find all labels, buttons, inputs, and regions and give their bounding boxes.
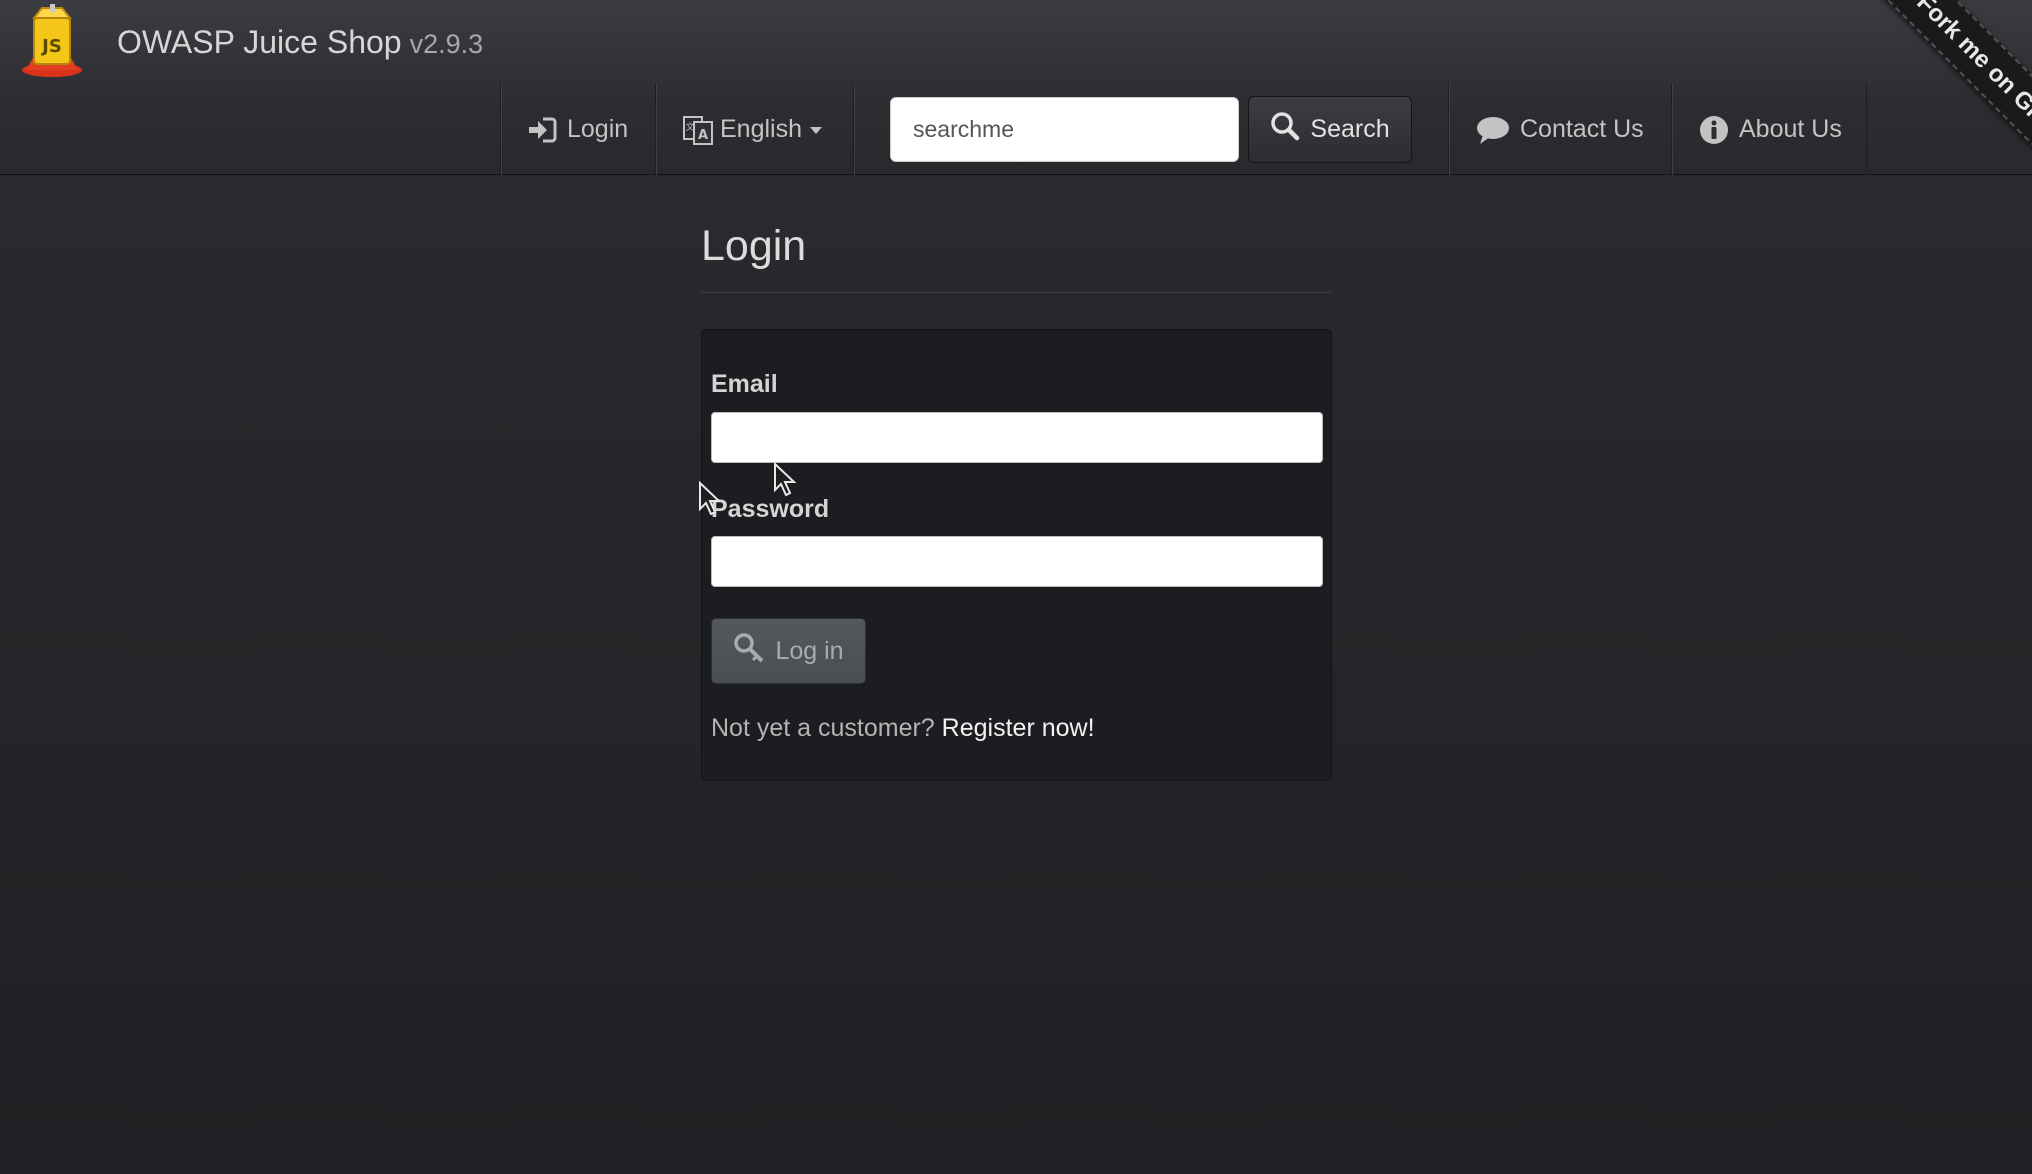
github-ribbon[interactable]: Fork me on GitHub [1802,0,2032,230]
search-button[interactable]: Search [1248,96,1412,163]
search-input[interactable] [890,97,1239,162]
juice-shop-logo: JS [20,4,90,80]
register-prompt-text: Not yet a customer? [711,714,935,742]
email-label: Email [711,370,778,398]
mouse-cursor [773,461,799,498]
brand[interactable]: JS OWASP Juice Shop v2.9.3 [20,4,483,80]
svg-text:A: A [698,128,708,143]
login-panel: Email Password Log in Not yet a customer… [701,329,1332,781]
nav-login-label: Login [567,115,629,143]
comment-icon [1476,115,1510,145]
nav-contact-us[interactable]: Contact Us [1448,84,1671,175]
mouse-cursor-secondary [698,480,724,517]
title-divider [701,292,1332,293]
password-label: Password [711,495,830,523]
navbar: JS OWASP Juice Shop v2.9.3 Login A 文 Eng… [0,0,2032,213]
search-icon [1270,111,1300,148]
page-title: Login [701,222,807,270]
svg-text:JS: JS [40,36,62,57]
github-ribbon-text: Fork me on GitHub [1859,0,2032,213]
key-icon [733,632,765,671]
log-in-button-label: Log in [775,636,844,665]
caret-down-icon [808,125,824,135]
brand-version: v2.9.3 [409,28,484,59]
page: JS OWASP Juice Shop v2.9.3 Login A 文 Eng… [0,0,2032,1174]
svg-text:文: 文 [685,121,694,133]
log-in-button[interactable]: Log in [711,618,866,684]
password-field[interactable] [711,536,1323,587]
info-icon [1699,115,1729,145]
nav-contact-label: Contact Us [1520,115,1644,143]
brand-name: OWASP Juice Shop v2.9.3 [117,24,483,61]
language-icon: A 文 [682,114,714,146]
register-prompt: Not yet a customer? Register now! [711,714,1095,743]
nav-language-dropdown[interactable]: A 文 English [655,84,853,175]
nav-language-label: English [720,115,802,143]
register-link[interactable]: Register now! [942,714,1095,742]
brand-title: OWASP Juice Shop [117,23,402,60]
sign-in-icon [527,116,557,144]
nav-login[interactable]: Login [500,84,655,175]
email-field[interactable] [711,412,1323,463]
search-button-label: Search [1310,115,1390,143]
